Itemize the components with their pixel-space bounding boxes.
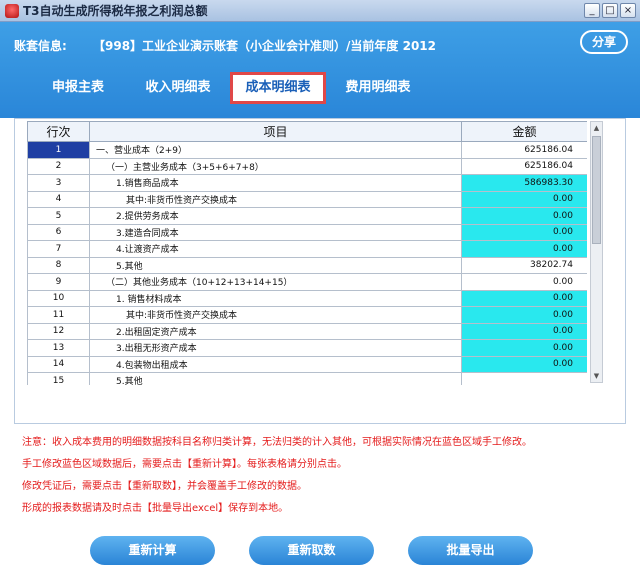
table-row[interactable]: 10 1. 销售材料成本 0.00	[27, 289, 587, 307]
note-line: 手工修改蓝色区域数据后，需要点击【重新计算】。每张表格请分别点击。	[22, 459, 347, 470]
table-panel: 行次 项目 金额 1 一、营业成本（2+9） 625186.04 2 （一）主营业务成本…	[14, 118, 626, 424]
app-logo-icon	[5, 3, 19, 18]
item-name-cell: 5.其他	[89, 372, 462, 385]
table-header-row: 行次 项目 金额	[27, 121, 587, 142]
item-name-cell: 其中:非货币性资产交换成本	[89, 306, 462, 324]
batch-export-button[interactable]: 批量导出	[408, 536, 533, 565]
note-line: 注意：收入成本费用的明细数据按科目名称归类计算，无法归类的计入其他，可根据实际情…	[22, 437, 532, 448]
table-row[interactable]: 4 其中:非货币性资产交换成本 0.00	[27, 190, 587, 208]
item-name-cell: 2.提供劳务成本	[89, 207, 462, 225]
amount-cell: 38202.74	[461, 256, 587, 274]
table-row[interactable]: 8 5.其他 38202.74	[27, 256, 587, 274]
tab-declaration-main[interactable]: 申报主表	[30, 72, 126, 104]
cost-detail-table: 行次 项目 金额 1 一、营业成本（2+9） 625186.04 2 （一）主营业务成本…	[27, 121, 587, 385]
row-number-cell: 11	[27, 306, 90, 324]
editable-amount-cell[interactable]: 0.00	[461, 322, 587, 340]
tab-expense-detail[interactable]: 费用明细表	[330, 72, 426, 104]
amount-cell	[461, 372, 587, 385]
share-button[interactable]: 分享	[580, 30, 628, 54]
item-name-cell: （一）主营业务成本（3+5+6+7+8）	[89, 157, 462, 175]
row-number-cell: 8	[27, 256, 90, 274]
row-number-cell: 6	[27, 223, 90, 241]
table-row[interactable]: 11 其中:非货币性资产交换成本 0.00	[27, 306, 587, 324]
row-number-cell: 3	[27, 174, 90, 192]
table-row[interactable]: 6 3.建造合同成本 0.00	[27, 223, 587, 241]
item-name-cell: 5.其他	[89, 256, 462, 274]
item-name-cell: 1. 销售材料成本	[89, 289, 462, 307]
recalculate-button[interactable]: 重新计算	[90, 536, 215, 565]
table-body: 1 一、营业成本（2+9） 625186.04 2 （一）主营业务成本（3+5+6+7+…	[27, 141, 587, 385]
column-header-amount: 金额	[461, 121, 587, 142]
table-row[interactable]: 14 4.包装物出租成本 0.00	[27, 355, 587, 373]
editable-amount-cell[interactable]: 0.00	[461, 355, 587, 373]
item-name-cell: 其中:非货币性资产交换成本	[89, 190, 462, 208]
editable-amount-cell[interactable]: 0.00	[461, 223, 587, 241]
editable-amount-cell[interactable]: 586983.30	[461, 174, 587, 192]
row-number-cell: 15	[27, 372, 90, 385]
scroll-down-arrow-icon[interactable]: ▼	[591, 370, 602, 382]
table-row[interactable]: 5 2.提供劳务成本 0.00	[27, 207, 587, 225]
row-number-cell: 7	[27, 240, 90, 258]
tab-cost-detail[interactable]: 成本明细表	[230, 72, 326, 104]
amount-cell: 625186.04	[461, 141, 587, 159]
item-name-cell: 4.包装物出租成本	[89, 355, 462, 373]
editable-amount-cell[interactable]: 0.00	[461, 339, 587, 357]
row-number-cell: 4	[27, 190, 90, 208]
amount-cell: 625186.04	[461, 157, 587, 175]
editable-amount-cell[interactable]: 0.00	[461, 306, 587, 324]
header-bar: 账套信息: 【998】工业企业演示账套（小企业会计准则）/当前年度 2012 分…	[0, 22, 640, 118]
account-info: 账套信息: 【998】工业企业演示账套（小企业会计准则）/当前年度 2012	[14, 37, 436, 54]
column-header-row-number: 行次	[27, 121, 90, 142]
maximize-button[interactable]: □	[602, 3, 618, 18]
refetch-button[interactable]: 重新取数	[249, 536, 374, 565]
row-number-cell: 13	[27, 339, 90, 357]
vertical-scrollbar[interactable]: ▲ ▼	[590, 121, 603, 383]
row-number-cell: 1	[27, 141, 90, 159]
row-number-cell: 9	[27, 273, 90, 291]
editable-amount-cell[interactable]: 0.00	[461, 190, 587, 208]
window-controls: _ □ ×	[584, 3, 636, 18]
table-row[interactable]: 15 5.其他	[27, 372, 587, 385]
table-row[interactable]: 13 3.出租无形资产成本 0.00	[27, 339, 587, 357]
item-name-cell: 3.建造合同成本	[89, 223, 462, 241]
column-header-item: 项目	[89, 121, 462, 142]
item-name-cell: 1.销售商品成本	[89, 174, 462, 192]
item-name-cell: 4.让渡资产成本	[89, 240, 462, 258]
row-number-cell: 14	[27, 355, 90, 373]
table-row[interactable]: 2 （一）主营业务成本（3+5+6+7+8） 625186.04	[27, 157, 587, 175]
item-name-cell: （二）其他业务成本（10+12+13+14+15）	[89, 273, 462, 291]
editable-amount-cell[interactable]: 0.00	[461, 240, 587, 258]
note-line: 形成的报表数据请及时点击【批量导出excel】保存到本地。	[22, 503, 289, 514]
item-name-cell: 2.出租固定资产成本	[89, 322, 462, 340]
account-details: 【998】工业企业演示账套（小企业会计准则）/当前年度 2012	[93, 39, 437, 53]
editable-amount-cell[interactable]: 0.00	[461, 289, 587, 307]
row-number-cell: 5	[27, 207, 90, 225]
title-bar: T3自动生成所得税年报之利润总额 _ □ ×	[0, 0, 640, 22]
table-row[interactable]: 1 一、营业成本（2+9） 625186.04	[27, 141, 587, 159]
tab-bar: 申报主表 收入明细表 成本明细表 费用明细表	[30, 72, 430, 104]
cost-table-viewport: 行次 项目 金额 1 一、营业成本（2+9） 625186.04 2 （一）主营业务成本…	[27, 121, 587, 385]
row-number-cell: 10	[27, 289, 90, 307]
window-title: T3自动生成所得税年报之利润总额	[23, 4, 208, 18]
scroll-up-arrow-icon[interactable]: ▲	[591, 122, 602, 134]
item-name-cell: 3.出租无形资产成本	[89, 339, 462, 357]
close-button[interactable]: ×	[620, 3, 636, 18]
table-row[interactable]: 12 2.出租固定资产成本 0.00	[27, 322, 587, 340]
minimize-button[interactable]: _	[584, 3, 600, 18]
row-number-cell: 2	[27, 157, 90, 175]
editable-amount-cell[interactable]: 0.00	[461, 207, 587, 225]
row-number-cell: 12	[27, 322, 90, 340]
table-row[interactable]: 7 4.让渡资产成本 0.00	[27, 240, 587, 258]
tab-income-detail[interactable]: 收入明细表	[130, 72, 226, 104]
item-name-cell: 一、营业成本（2+9）	[89, 141, 462, 159]
table-row[interactable]: 9 （二）其他业务成本（10+12+13+14+15） 0.00	[27, 273, 587, 291]
note-line: 修改凭证后，需要点击【重新取数】，并会覆盖手工修改的数据。	[22, 481, 307, 492]
amount-cell: 0.00	[461, 273, 587, 291]
notes-section: 注意：收入成本费用的明细数据按科目名称归类计算，无法归类的计入其他，可根据实际情…	[22, 432, 632, 520]
table-row[interactable]: 3 1.销售商品成本 586983.30	[27, 174, 587, 192]
account-label: 账套信息:	[14, 39, 67, 53]
scrollbar-thumb[interactable]	[592, 136, 601, 244]
